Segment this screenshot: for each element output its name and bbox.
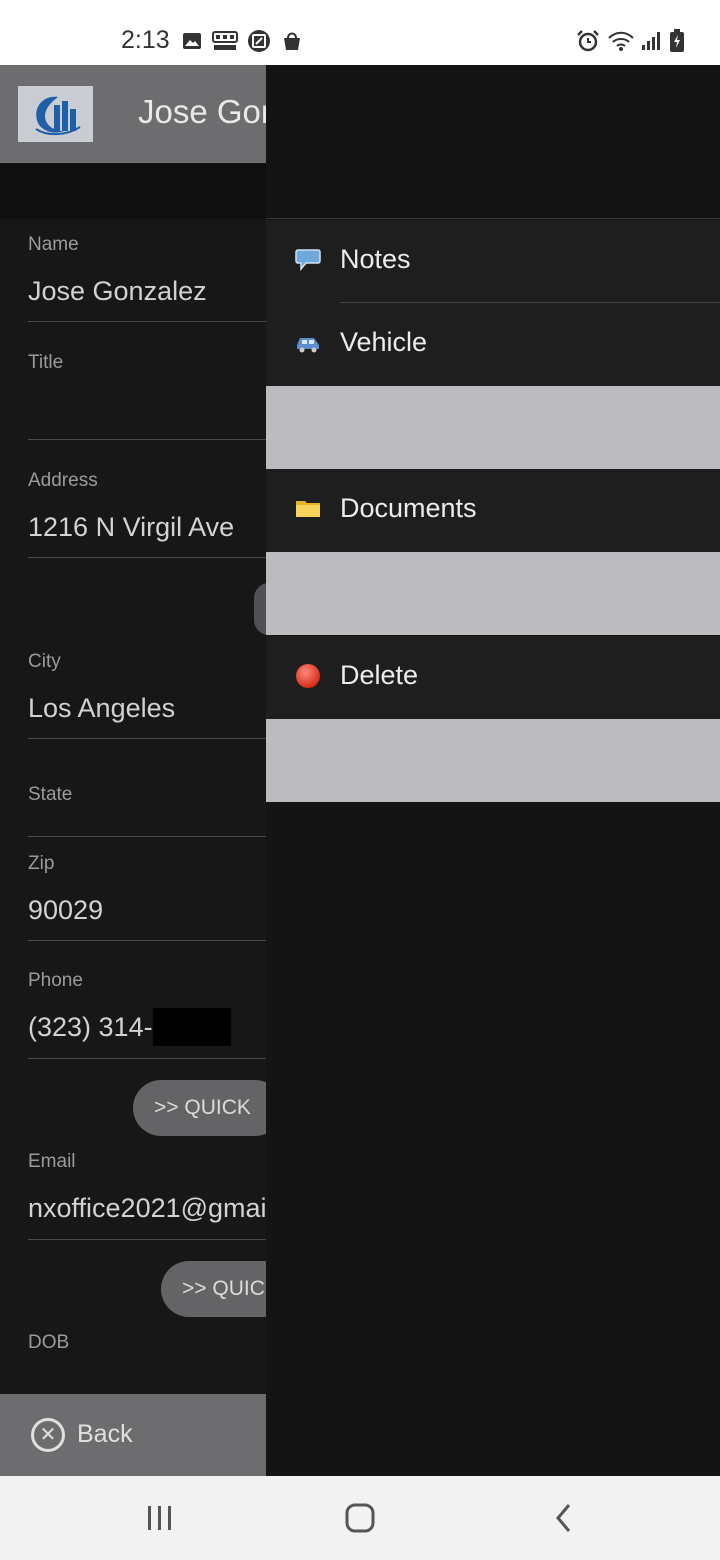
edit-app-icon [246,29,272,53]
menu-label-notes: Notes [340,244,411,274]
menu-item-notes[interactable]: Notes [266,220,720,303]
phone-label: Phone [28,970,83,991]
signal-icon [641,29,663,53]
home-icon[interactable] [340,1498,380,1538]
speech-bubble-icon [294,246,322,274]
city-field[interactable]: Los Angeles [28,693,175,724]
building-logo-icon [18,86,93,142]
state-label: State [28,784,73,805]
recent-apps-icon[interactable] [140,1498,180,1538]
back-button[interactable]: ✕ Back [0,1394,266,1476]
divider [28,836,266,837]
quick-call-button[interactable]: >> QUICK [133,1080,266,1136]
address-field[interactable]: 1216 N Virgil Ave [28,512,234,543]
redaction-box [153,1008,231,1046]
divider [28,1239,266,1240]
phone-field[interactable]: (323) 314- [28,1012,153,1043]
zip-field[interactable]: 90029 [28,895,103,926]
zip-label: Zip [28,853,55,874]
address-action-button[interactable] [254,583,266,635]
divider [28,738,266,739]
car-icon [294,329,322,357]
alarm-icon [575,29,601,53]
shopping-bag-icon [280,29,304,53]
status-bar: 2:13 [0,0,720,65]
name-label: Name [28,234,79,255]
city-label: City [28,651,61,672]
side-drawer: Notes Vehicle Documents Delete [266,65,720,1476]
divider [28,557,266,558]
page-title: Jose Gonzalez [138,93,266,130]
title-label: Title [28,352,64,373]
dob-label: DOB [28,1332,70,1353]
red-stop-icon [294,662,322,690]
folder-icon [294,495,322,523]
battery-icon [668,29,686,53]
back-label: Back [77,1420,133,1448]
divider [28,1058,266,1059]
divider [28,321,266,322]
menu-label-delete: Delete [340,660,419,690]
image-icon [181,29,203,53]
menu-spacer [266,386,720,469]
blast-app-icon [211,29,239,53]
divider [28,439,266,440]
menu-spacer [266,552,720,635]
menu-item-vehicle[interactable]: Vehicle [266,303,720,386]
menu-spacer [266,719,720,802]
status-time: 2:13 [121,26,170,54]
address-label: Address [28,470,98,491]
quick-email-button[interactable]: >> QUICK [161,1261,266,1317]
divider [28,940,266,941]
email-label: Email [28,1151,76,1172]
wifi-icon [607,29,635,53]
header-strip [0,163,266,219]
app-header: Jose Gonzalez [0,65,266,163]
menu-label-documents: Documents [340,493,477,523]
email-field[interactable]: nxoffice2021@gmail.com [28,1193,266,1224]
back-nav-icon[interactable] [544,1498,584,1538]
menu-item-documents[interactable]: Documents [266,469,720,552]
contact-form: Name Jose Gonzalez Title Address 1216 N … [0,219,266,1394]
menu-item-delete[interactable]: Delete [266,636,720,719]
system-nav-bar [0,1476,720,1560]
menu-label-vehicle: Vehicle [340,327,428,357]
drawer-header [266,65,720,219]
name-field[interactable]: Jose Gonzalez [28,276,207,307]
close-circle-icon: ✕ [31,1418,65,1452]
